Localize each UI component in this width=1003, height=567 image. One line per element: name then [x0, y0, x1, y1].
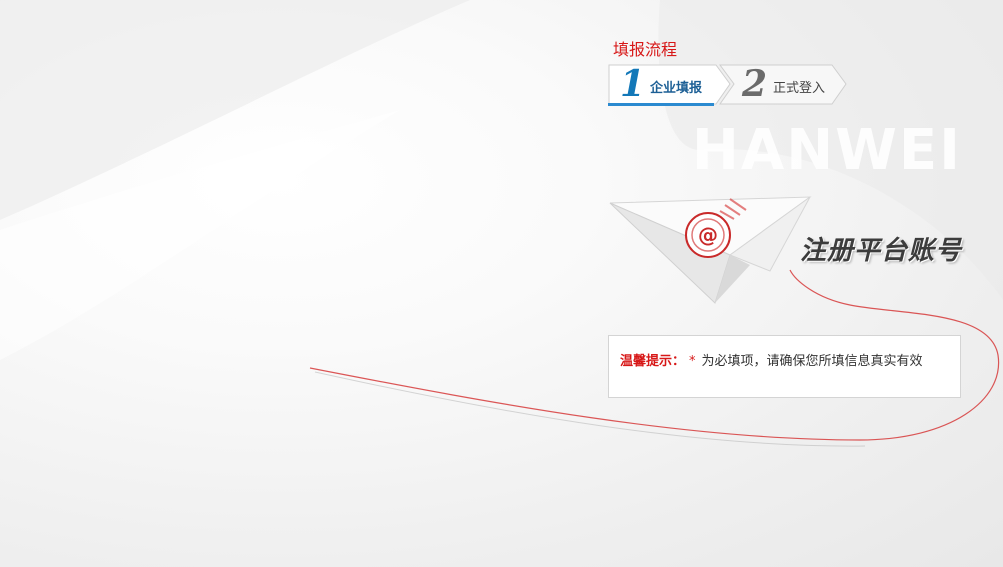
active-step-underline	[608, 103, 714, 106]
background-decoration	[0, 0, 1003, 447]
tip-label: 温馨提示：	[620, 354, 686, 369]
step-number: 1	[620, 63, 646, 105]
step-label: 正式登入	[773, 81, 826, 96]
step-enterprise-fill[interactable]: 1 企业填报	[608, 64, 728, 104]
flow-title: 填报流程	[613, 40, 678, 59]
tip-line: 温馨提示： * 为必填项，请确保您所填信息真实有效	[620, 350, 923, 369]
tip-text: 为必填项，请确保您所填信息真实有效	[701, 354, 923, 369]
step-indicator: 1 企业填报 2 正式登入	[608, 64, 848, 108]
step-number: 2	[742, 63, 768, 105]
paper-plane-email-icon: @	[609, 196, 812, 304]
step-label: 企业填报	[650, 81, 703, 96]
register-slogan: 注册平台账号	[800, 236, 963, 266]
required-mark: *	[689, 354, 696, 369]
step-official-login[interactable]: 2 正式登入	[720, 64, 848, 104]
brand-watermark: HANWEI	[692, 118, 962, 183]
svg-text:@: @	[698, 223, 718, 247]
tip-box: 温馨提示： * 为必填项，请确保您所填信息真实有效	[608, 335, 961, 398]
